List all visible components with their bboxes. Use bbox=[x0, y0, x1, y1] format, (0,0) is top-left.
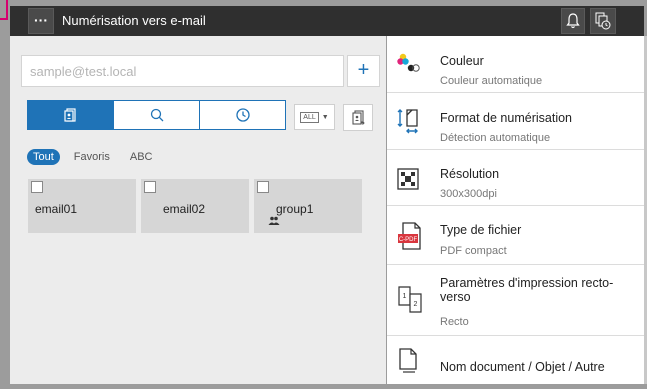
index-filter-tabs: Tout Favoris ABC bbox=[27, 149, 158, 165]
pdf-file-icon: C-PDF bbox=[398, 222, 421, 250]
tab-address-book[interactable] bbox=[28, 101, 114, 129]
address-book-icon bbox=[64, 108, 76, 122]
duplex-icon: 1 2 bbox=[398, 286, 422, 313]
add-destination-button[interactable]: + bbox=[347, 55, 380, 87]
setting-file-type[interactable]: C-PDF Type de fichier PDF compact bbox=[387, 206, 644, 265]
address-name: email02 bbox=[163, 202, 206, 216]
filter-tab-abc[interactable]: ABC bbox=[124, 149, 159, 165]
settings-panel: Couleur Couleur automatique Format de nu… bbox=[387, 36, 644, 384]
setting-title: Couleur bbox=[440, 54, 484, 68]
address-card-group1[interactable]: group1 bbox=[254, 179, 362, 233]
tab-history[interactable] bbox=[200, 101, 285, 129]
setting-value: Recto bbox=[440, 316, 469, 328]
tab-search[interactable] bbox=[114, 101, 200, 129]
setting-value: Couleur automatique bbox=[440, 75, 543, 87]
document-name-icon bbox=[399, 348, 417, 373]
address-checkbox[interactable] bbox=[257, 181, 269, 193]
setting-title: Format de numérisation bbox=[440, 111, 573, 125]
setting-color[interactable]: Couleur Couleur automatique bbox=[387, 36, 644, 93]
page-title: Numérisation vers e-mail bbox=[62, 13, 206, 28]
destination-panel: + ALL ▼ bbox=[10, 36, 386, 384]
menu-button[interactable]: ··· bbox=[28, 8, 54, 34]
setting-duplex[interactable]: 1 2 Paramètres d'impression recto-verso … bbox=[387, 265, 644, 336]
bell-icon bbox=[566, 13, 580, 29]
notification-button[interactable] bbox=[561, 8, 585, 34]
color-icon bbox=[397, 53, 420, 72]
address-book-detail-button[interactable] bbox=[343, 104, 373, 131]
address-checkbox[interactable] bbox=[144, 181, 156, 193]
touch-marker bbox=[6, 0, 8, 20]
address-checkbox[interactable] bbox=[31, 181, 43, 193]
touch-marker-line bbox=[0, 18, 8, 20]
chevron-down-icon: ▼ bbox=[321, 113, 329, 121]
address-list: email01 email02 group1 bbox=[28, 179, 362, 233]
setting-title: Paramètres d'impression recto-verso bbox=[440, 276, 614, 304]
setting-scan-size[interactable]: Format de numérisation Détection automat… bbox=[387, 93, 644, 150]
filter-tab-favorites[interactable]: Favoris bbox=[68, 149, 116, 165]
job-status-icon bbox=[595, 12, 611, 30]
address-name: group1 bbox=[276, 202, 314, 216]
search-mode-tabs bbox=[27, 100, 286, 130]
search-icon bbox=[150, 108, 163, 122]
address-name: email01 bbox=[35, 202, 78, 216]
setting-title: Résolution bbox=[440, 167, 500, 181]
resolution-icon bbox=[397, 168, 419, 190]
address-card-email01[interactable]: email01 bbox=[28, 179, 136, 233]
setting-document-name[interactable]: Nom document / Objet / Autre bbox=[387, 336, 644, 384]
index-filter-dropdown[interactable]: ALL ▼ bbox=[294, 104, 335, 130]
setting-value: 300x300dpi bbox=[440, 188, 497, 200]
setting-title: Nom document / Objet / Autre bbox=[440, 360, 605, 374]
pdf-badge: C-PDF bbox=[399, 237, 418, 243]
address-card-email02[interactable]: email02 bbox=[141, 179, 249, 233]
setting-resolution[interactable]: Résolution 300x300dpi bbox=[387, 150, 644, 206]
svg-text:1: 1 bbox=[403, 293, 407, 300]
scan-size-icon bbox=[397, 109, 418, 134]
history-clock-icon bbox=[235, 108, 250, 122]
group-icon bbox=[268, 216, 280, 225]
address-book-detail-icon bbox=[352, 109, 365, 125]
email-input[interactable] bbox=[21, 55, 344, 87]
svg-text:2: 2 bbox=[414, 301, 418, 308]
filter-tab-all[interactable]: Tout bbox=[27, 149, 60, 165]
title-bar: ··· Numérisation vers e-mail bbox=[10, 6, 644, 36]
setting-value: Détection automatique bbox=[440, 132, 551, 144]
all-filter-label: ALL bbox=[300, 111, 319, 123]
setting-value: PDF compact bbox=[440, 245, 507, 257]
setting-title: Type de fichier bbox=[440, 223, 522, 237]
job-status-button[interactable] bbox=[590, 8, 616, 34]
